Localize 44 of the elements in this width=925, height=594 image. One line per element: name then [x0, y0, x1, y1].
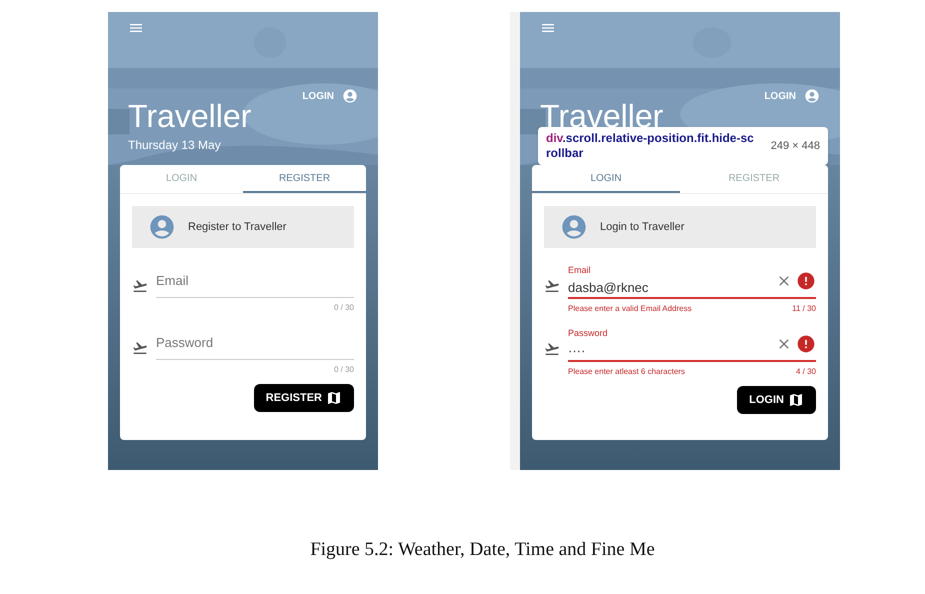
submit-button[interactable]: REGISTER	[254, 384, 354, 412]
banner-text: Register to Traveller	[188, 220, 286, 235]
tab[interactable]: REGISTER	[680, 165, 828, 193]
user-icon[interactable]	[804, 88, 820, 104]
input-field[interactable]: Password ····	[568, 327, 816, 362]
character-counter: 0 / 30	[334, 302, 354, 314]
error-message: Please enter a valid Email Address	[568, 303, 692, 315]
element-selector: div.scroll.relative-position.fit.hide-scrollbar	[546, 131, 755, 161]
character-counter: 11 / 30	[792, 303, 816, 315]
date-text: Thursday 13 May	[128, 137, 222, 154]
error-icon	[796, 270, 816, 290]
tab[interactable]: REGISTER	[243, 165, 366, 193]
character-counter: 4 / 30	[796, 366, 816, 378]
avatar-icon	[560, 213, 588, 241]
field-value: dasba@rknec	[568, 278, 650, 296]
submit-button[interactable]: LOGIN	[737, 386, 816, 414]
plane-icon	[132, 340, 148, 356]
input-field[interactable]: Email	[156, 264, 354, 298]
element-size: 249 × 448	[770, 138, 820, 154]
figure-caption: Figure 5.2: Weather, Date, Time and Fine Me	[310, 538, 655, 562]
user-icon[interactable]	[342, 88, 358, 104]
input-field[interactable]: Password	[156, 326, 354, 360]
map-icon	[788, 392, 804, 408]
login-link[interactable]: LOGIN	[764, 88, 796, 104]
login-link[interactable]: LOGIN	[302, 88, 334, 104]
field-value: ····	[568, 342, 586, 360]
character-counter: 0 / 30	[334, 364, 354, 376]
field-label: Email	[568, 264, 592, 277]
plane-icon	[544, 341, 560, 357]
plane-icon	[544, 278, 560, 294]
avatar-icon	[148, 213, 176, 241]
field-label: Password	[568, 327, 609, 340]
map-icon	[326, 390, 342, 406]
tab[interactable]: LOGIN	[120, 165, 243, 193]
tab[interactable]: LOGIN	[532, 165, 680, 193]
plane-icon	[132, 278, 148, 294]
field-placeholder: Password	[156, 334, 214, 352]
input-field[interactable]: Email dasba@rknec	[568, 264, 816, 299]
app-title: Traveller	[540, 100, 664, 132]
error-message: Please enter atleast 6 characters	[568, 366, 685, 378]
banner-text: Login to Traveller	[600, 220, 684, 235]
field-placeholder: Email	[156, 272, 190, 290]
error-icon	[796, 334, 816, 354]
app-title: Traveller	[128, 100, 252, 132]
